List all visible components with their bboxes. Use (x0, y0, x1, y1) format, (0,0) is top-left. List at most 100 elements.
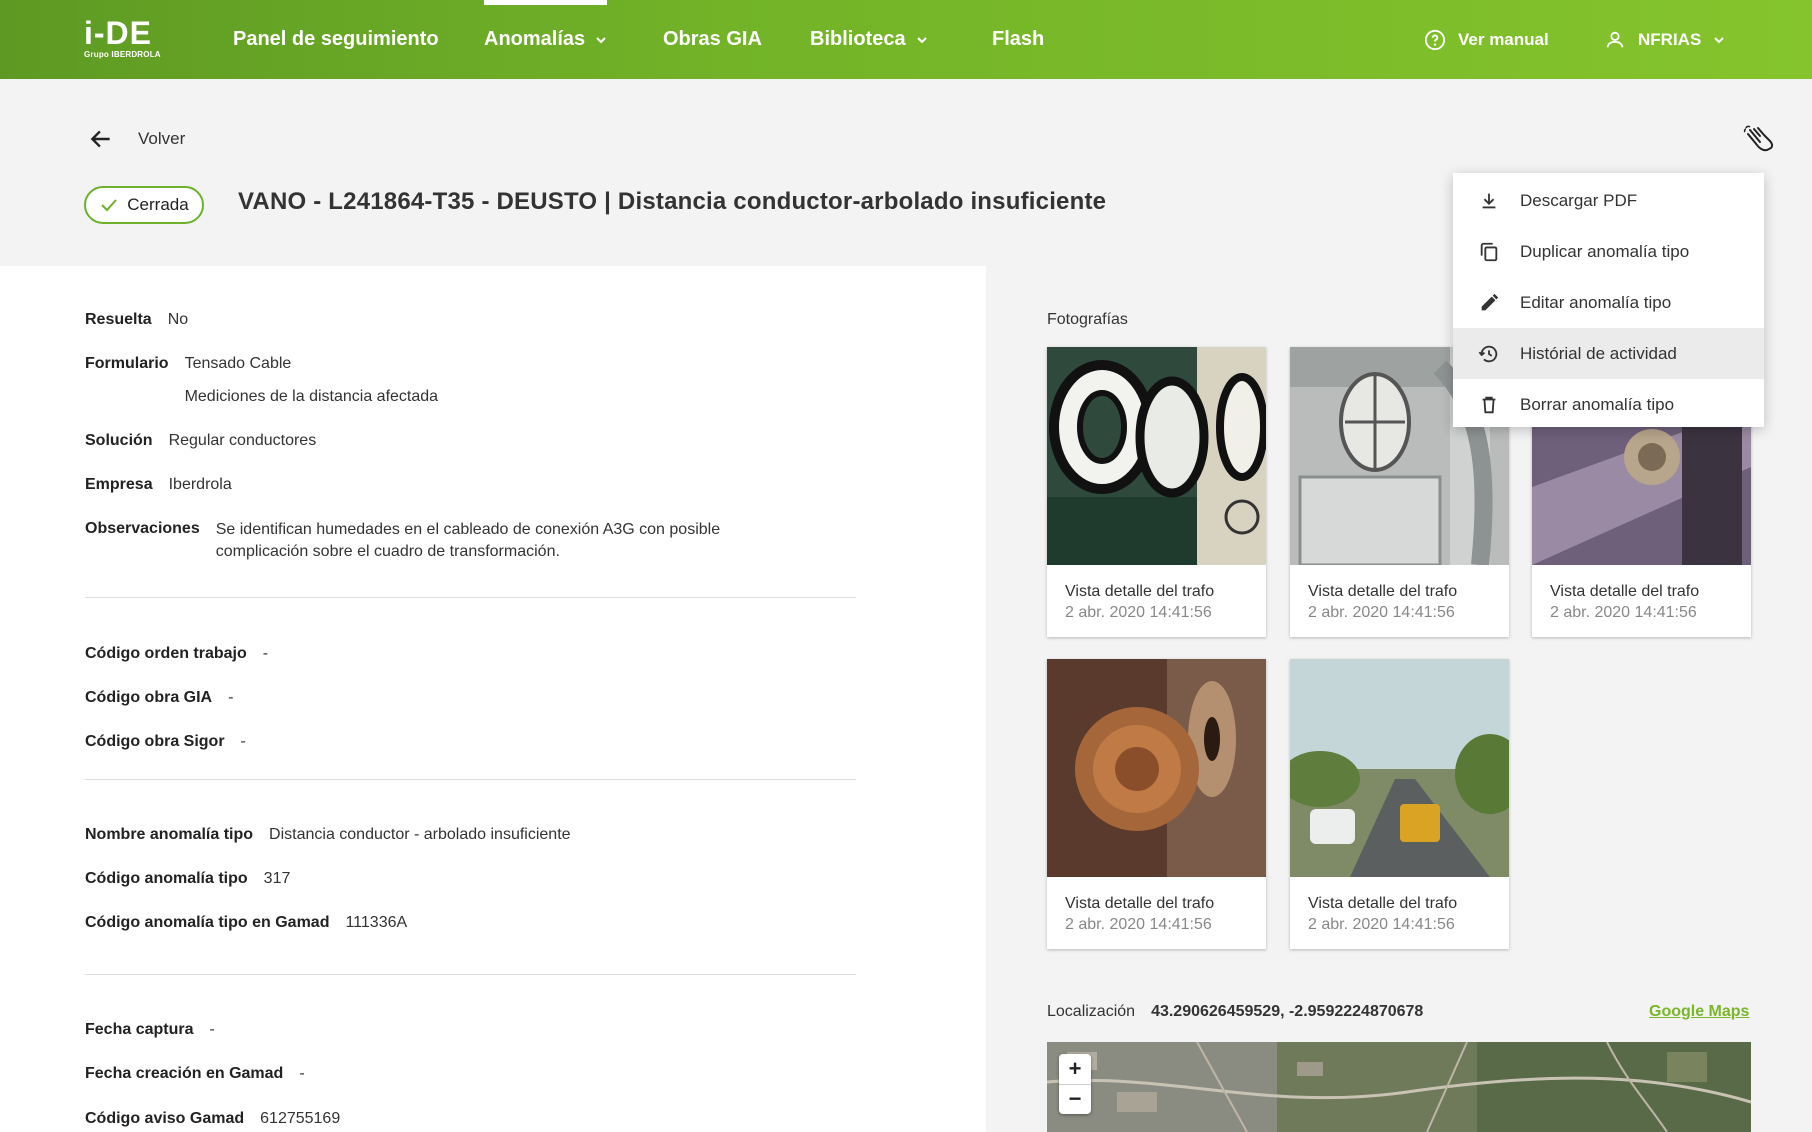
menu-item-borrar[interactable]: Borrar anomalía tipo (1453, 379, 1764, 430)
nav-item-label: Obras GIA (663, 28, 762, 50)
pencil-icon (1481, 293, 1499, 310)
chevron-down-icon (596, 36, 606, 43)
location-map[interactable] (1047, 1042, 1751, 1132)
photo-card[interactable]: Vista detalle del trafo 2 abr. 2020 14:4… (1047, 347, 1266, 637)
observaciones-line-1: Se identifican humedades en el cableado … (215, 521, 721, 538)
detail-value: Regular conductores (168, 432, 317, 449)
brand-logo[interactable]: i-DE Grupo IBERDROLA (84, 16, 164, 62)
photo-date: 2 abr. 2020 14:41:56 (1065, 916, 1212, 933)
photo-title: Vista detalle del trafo (1065, 583, 1215, 600)
detail-value: - (262, 645, 269, 662)
detail-codigo-obra-gia: Código obra GIA - (85, 689, 233, 707)
google-maps-link[interactable]: Google Maps (1649, 1003, 1749, 1021)
nav-item-anomalias[interactable]: Anomalías (484, 0, 608, 79)
formulario-line-2: Mediciones de la distancia afectada (184, 388, 439, 405)
user-name: NFRIAS (1638, 29, 1702, 49)
detail-solucion: Solución Regular conductores (85, 432, 316, 450)
detail-codigo-orden-trabajo: Código orden trabajo - (85, 645, 268, 663)
nav-item-label: Anomalías (484, 28, 586, 50)
detail-empresa: Empresa Iberdrola (85, 476, 232, 494)
detail-value: Iberdrola (168, 476, 232, 493)
photo-title: Vista detalle del trafo (1065, 895, 1215, 912)
nav-item-obras-gia[interactable]: Obras GIA (663, 0, 762, 79)
observaciones-line-2: complicación sobre el cuadro de transfor… (215, 543, 560, 560)
nav-item-biblioteca[interactable]: Biblioteca (810, 0, 928, 79)
hand-pointer-icon[interactable] (1742, 124, 1776, 158)
logo-main-text: i-DE (84, 15, 152, 51)
back-label: Volver (138, 129, 186, 148)
photo-thumbnail[interactable] (1047, 659, 1266, 877)
menu-item-label: Descargar PDF (1520, 190, 1638, 210)
photo-date: 2 abr. 2020 14:41:56 (1308, 604, 1455, 621)
detail-label: Resuelta (85, 311, 152, 328)
detail-value: Tensado Cable Mediciones de la distancia… (185, 347, 439, 413)
page-title: VANO - L241864-T35 - DEUSTO | Distancia … (238, 188, 1107, 215)
detail-value: 317 (263, 870, 291, 887)
nav-item-label: Panel de seguimiento (233, 28, 439, 50)
chevron-down-icon (916, 36, 927, 43)
menu-item-historial[interactable]: Histórial de actividad (1453, 328, 1764, 379)
detail-nombre-anomalia-tipo: Nombre anomalía tipo Distancia conductor… (85, 826, 571, 844)
detail-label: Nombre anomalía tipo (85, 826, 254, 843)
detail-label: Formulario (85, 355, 169, 372)
zoom-in-button[interactable]: + (1059, 1054, 1091, 1085)
detail-observaciones: Observaciones Se identifican humedades e… (85, 520, 720, 563)
nav-item-label: Biblioteca (810, 28, 906, 50)
detail-value: Se identifican humedades en el cableado … (216, 519, 720, 563)
location-coordinates: 43.290626459529, -2.9592224870678 (1151, 1003, 1424, 1020)
divider (85, 974, 856, 975)
photos-section-title: Fotografías (1047, 311, 1128, 328)
back-button[interactable]: Volver (88, 126, 185, 152)
photo-date: 2 abr. 2020 14:41:56 (1308, 916, 1455, 933)
detail-fecha-creacion-gamad: Fecha creación en Gamad - (85, 1065, 305, 1083)
chevron-down-icon (1714, 36, 1724, 43)
nav-item-flash[interactable]: Flash (992, 0, 1044, 79)
photo-thumbnail[interactable] (1290, 659, 1509, 877)
nav-item-label: Flash (992, 28, 1045, 50)
detail-codigo-anomalia-tipo: Código anomalía tipo 317 (85, 870, 290, 888)
detail-value: - (228, 689, 234, 706)
detail-fecha-captura: Fecha captura - (85, 1021, 215, 1039)
menu-item-label: Borrar anomalía tipo (1520, 394, 1675, 414)
top-navigation-bar: i-DE Grupo IBERDROLA Panel de seguimient… (0, 0, 1812, 79)
detail-value: Distancia conductor - arbolado insuficie… (269, 826, 571, 843)
photo-card[interactable]: Vista detalle del trafo 2 abr. 2020 14:4… (1290, 659, 1509, 949)
trash-icon (1482, 396, 1496, 413)
manual-label: Ver manual (1458, 29, 1549, 49)
nav-item-panel-seguimiento[interactable]: Panel de seguimiento (233, 0, 439, 79)
detail-codigo-obra-sigor: Código obra Sigor - (85, 733, 246, 751)
photo-thumbnail[interactable] (1047, 347, 1266, 565)
photo-card[interactable]: Vista detalle del trafo 2 abr. 2020 14:4… (1047, 659, 1266, 949)
check-icon (101, 199, 118, 212)
photo-title: Vista detalle del trafo (1550, 583, 1700, 600)
detail-value: 111336A (345, 914, 408, 931)
detail-label: Código orden trabajo (85, 645, 247, 662)
manual-link[interactable]: Ver manual (1424, 0, 1549, 79)
formulario-line-1: Tensado Cable (184, 355, 292, 372)
detail-label: Código anomalía tipo en Gamad (85, 914, 330, 931)
user-icon (1606, 31, 1624, 47)
detail-label: Código obra GIA (85, 689, 213, 706)
detail-label: Empresa (85, 476, 153, 493)
menu-item-descargar-pdf[interactable]: Descargar PDF (1453, 175, 1764, 226)
location-row: Localización 43.290626459529, -2.9592224… (1047, 1003, 1423, 1021)
detail-value: No (167, 311, 189, 328)
detail-formulario: Formulario Tensado Cable Mediciones de l… (85, 355, 438, 413)
divider (85, 779, 856, 780)
menu-item-label: Histórial de actividad (1520, 343, 1677, 363)
detail-label: Código obra Sigor (85, 733, 225, 750)
photo-date: 2 abr. 2020 14:41:56 (1065, 604, 1212, 621)
menu-item-duplicar[interactable]: Duplicar anomalía tipo (1453, 226, 1764, 277)
user-menu[interactable]: NFRIAS (1604, 0, 1725, 79)
detail-label: Fecha captura (85, 1021, 194, 1038)
menu-item-label: Duplicar anomalía tipo (1520, 241, 1690, 261)
detail-value: - (299, 1065, 305, 1082)
zoom-out-button[interactable]: − (1059, 1085, 1091, 1115)
status-label: Cerrada (127, 195, 189, 214)
map-zoom-control: + − (1059, 1054, 1091, 1114)
detail-label: Observaciones (85, 520, 200, 537)
copy-icon (1480, 242, 1498, 261)
logo-sub-text: Grupo IBERDROLA (84, 50, 161, 59)
menu-item-editar[interactable]: Editar anomalía tipo (1453, 277, 1764, 328)
location-label: Localización (1047, 1003, 1136, 1020)
